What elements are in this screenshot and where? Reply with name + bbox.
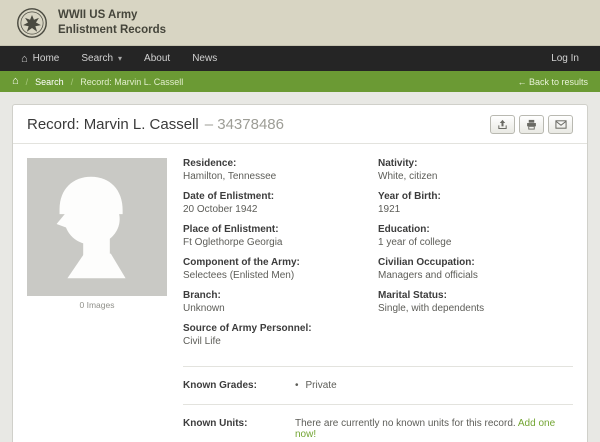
known-grades-label: Known Grades:: [183, 380, 257, 391]
field-marital-status: Marital Status: Single, with dependents: [378, 290, 563, 314]
site-header: WWII US Army Enlistment Records: [0, 0, 600, 46]
nav-item-about[interactable]: About: [133, 46, 181, 71]
page-title: Record: Marvin L. Cassell: [27, 116, 199, 133]
breadcrumb-search-link[interactable]: Search: [35, 77, 64, 87]
record-number: – 34378486: [204, 116, 284, 133]
nav-news-label: News: [192, 53, 218, 64]
field-source-of-army-personnel: Source of Army Personnel: Civil Life: [183, 323, 368, 347]
back-to-results-link[interactable]: ← Back to results: [517, 77, 588, 87]
field-value: Civil Life: [183, 336, 221, 347]
known-units-text: There are currently no known units for t…: [295, 418, 516, 429]
known-grades-row: Known Grades: • Private: [183, 377, 573, 394]
known-units-label: Known Units:: [183, 418, 248, 429]
main-nav: ⌂ Home Search ▾ About News Log In: [0, 46, 600, 71]
field-value: Managers and officials: [378, 270, 478, 281]
field-residence: Residence: Hamilton, Tennessee: [183, 158, 368, 182]
field-component-of-army: Component of the Army: Selectees (Enlist…: [183, 257, 368, 281]
breadcrumb-current-page: Record: Marvin L. Cassell: [80, 76, 184, 87]
nav-home-label: Home: [32, 53, 60, 64]
divider: [183, 404, 573, 405]
known-units-row: Known Units: There are currently no know…: [183, 415, 573, 442]
nav-item-news[interactable]: News: [181, 46, 228, 71]
field-label: Marital Status:: [378, 290, 447, 301]
print-icon: [527, 119, 536, 130]
site-title-line1: WWII US Army: [58, 8, 138, 21]
print-button[interactable]: [519, 115, 544, 134]
share-button[interactable]: [490, 115, 515, 134]
record-fields-left: Residence: Hamilton, Tennessee Date of E…: [183, 158, 378, 356]
bullet-icon: •: [295, 380, 299, 391]
record-fields-right: Nativity: White, citizen Year of Birth: …: [378, 158, 573, 356]
home-icon: ⌂: [21, 52, 28, 65]
field-date-of-enlistment: Date of Enlistment: 20 October 1942: [183, 191, 368, 215]
record-card: Record: Marvin L. Cassell – 34378486 0 I…: [12, 104, 588, 442]
field-value: 1921: [378, 204, 401, 215]
field-value: 1 year of college: [378, 237, 452, 248]
record-actions: [490, 115, 573, 134]
breadcrumb-separator: /: [70, 76, 74, 87]
images-count-caption: 0 Images: [79, 300, 115, 310]
soldier-placeholder-image: [27, 158, 167, 296]
field-nativity: Nativity: White, citizen: [378, 158, 563, 182]
field-value: Ft Oglethorpe Georgia: [183, 237, 283, 248]
field-label: Place of Enlistment:: [183, 224, 279, 235]
field-value: 20 October 1942: [183, 204, 258, 215]
share-icon: [498, 119, 507, 129]
record-card-body: 0 Images Residence: Hamilton, Tennessee …: [13, 144, 587, 442]
record-card-header: Record: Marvin L. Cassell – 34378486: [13, 105, 587, 144]
known-units-content: There are currently no known units for t…: [295, 418, 573, 440]
record-details-column: Residence: Hamilton, Tennessee Date of E…: [183, 158, 573, 442]
nav-about-label: About: [144, 53, 171, 64]
known-grade-item: Private: [305, 380, 337, 391]
field-label: Residence:: [183, 158, 237, 169]
soldier-silhouette-icon: [56, 176, 126, 279]
field-civilian-occupation: Civilian Occupation: Managers and offici…: [378, 257, 563, 281]
breadcrumb: ⌂ / Search / Record: Marvin L. Cassell ←…: [0, 71, 600, 92]
breadcrumb-home-icon[interactable]: ⌂: [12, 76, 19, 87]
field-value: Unknown: [183, 303, 225, 314]
field-year-of-birth: Year of Birth: 1921: [378, 191, 563, 215]
record-image-column: 0 Images: [27, 158, 167, 442]
army-seal-logo: [17, 7, 47, 38]
email-button[interactable]: [548, 115, 573, 134]
login-label: Log In: [551, 53, 579, 64]
field-value: Selectees (Enlisted Men): [183, 270, 295, 281]
field-label: Source of Army Personnel:: [183, 323, 312, 334]
breadcrumb-separator: /: [25, 76, 29, 87]
site-title-line2: Enlistment Records: [58, 23, 166, 36]
field-value: Single, with dependents: [378, 303, 485, 314]
field-label: Year of Birth:: [378, 191, 441, 202]
nav-item-search[interactable]: Search ▾: [70, 46, 133, 71]
divider: [183, 366, 573, 367]
field-label: Branch:: [183, 290, 221, 301]
field-education: Education: 1 year of college: [378, 224, 563, 248]
site-title: WWII US Army Enlistment Records: [58, 8, 166, 38]
nav-search-label: Search: [81, 53, 114, 64]
chevron-down-icon: ▾: [118, 54, 123, 63]
field-branch: Branch: Unknown: [183, 290, 368, 314]
envelope-icon: [554, 120, 567, 129]
field-label: Nativity:: [378, 158, 418, 169]
record-fields: Residence: Hamilton, Tennessee Date of E…: [183, 158, 573, 356]
field-place-of-enlistment: Place of Enlistment: Ft Oglethorpe Georg…: [183, 224, 368, 248]
nav-item-login[interactable]: Log In: [540, 46, 590, 71]
field-label: Education:: [378, 224, 430, 235]
field-value: White, citizen: [378, 171, 438, 182]
known-grades-list: • Private: [295, 380, 337, 391]
field-label: Date of Enlistment:: [183, 191, 275, 202]
field-value: Hamilton, Tennessee: [183, 171, 277, 182]
nav-item-home[interactable]: ⌂ Home: [10, 46, 70, 71]
field-label: Civilian Occupation:: [378, 257, 475, 268]
field-label: Component of the Army:: [183, 257, 300, 268]
